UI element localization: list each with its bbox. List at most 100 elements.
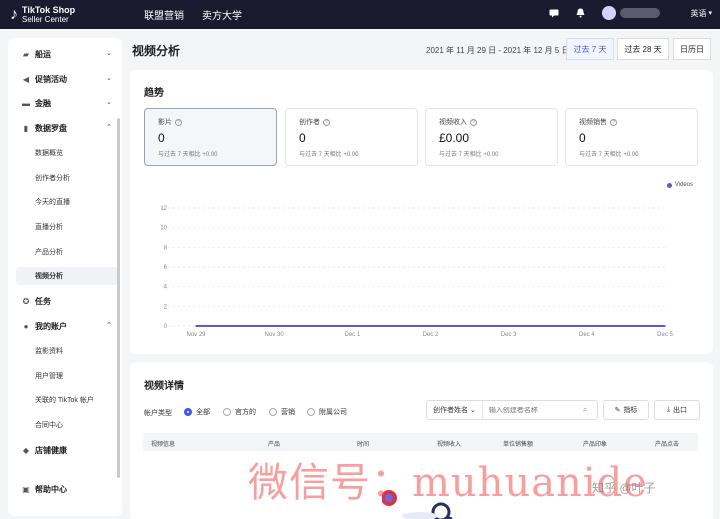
chevron-up-icon: ⌃ <box>106 124 112 131</box>
metric-compare: 与过去 7 天相比 +0.00 <box>579 152 639 158</box>
chart-legend[interactable]: Videos <box>666 182 693 188</box>
sidebar-item-finance[interactable]: ▬ 金融 ⌄ <box>22 98 112 109</box>
metric-label: 视频收入 <box>439 119 467 126</box>
data-point <box>195 325 197 327</box>
avatar[interactable] <box>602 6 617 20</box>
radio-icon <box>307 408 315 416</box>
help-icon[interactable]: ? <box>323 119 330 126</box>
data-point <box>351 325 354 327</box>
range-calendar-day[interactable]: 日历日 <box>673 38 711 60</box>
export-button[interactable]: ⤓ 出口 <box>654 400 700 420</box>
y-tick-label: 4 <box>164 285 168 291</box>
sidebar-item-label: 我的账户 <box>35 322 67 331</box>
sidebar-subitem-overview[interactable]: 数据概览 <box>35 148 63 158</box>
data-point <box>273 325 275 327</box>
sidebar-item-label: 店铺健康 <box>35 446 67 455</box>
tiktok-shop-logo[interactable]: ♪ TikTok Shop Seller Center <box>10 5 75 24</box>
help-icon[interactable]: ? <box>175 119 182 126</box>
search-icon[interactable]: ⌕ <box>583 405 587 415</box>
metric-compare: 与过去 7 天相比 +0.00 <box>299 152 359 158</box>
filter-marketing[interactable]: 营销 <box>269 407 295 417</box>
range-last-28-days[interactable]: 过去 28 天 <box>617 38 669 60</box>
filter-label: 全部 <box>196 409 210 416</box>
range-last-7-days[interactable]: 过去 7 天 <box>566 38 614 60</box>
sidebar-item-tasks[interactable]: ✪ 任务 <box>22 296 112 307</box>
col-time[interactable]: 时间 <box>357 439 369 448</box>
sidebar-subitem-contract-center[interactable]: 合同中心 <box>35 420 63 430</box>
creator-search: 创作者姓名 ⌄ ⌕ <box>426 400 598 420</box>
x-tick-label: Dec 4 <box>579 332 595 338</box>
trend-card: 趋势 影片? 0 与过去 7 天相比 +0.00 创作者? 0 与过去 7 天相… <box>130 70 713 354</box>
filter-affiliate[interactable]: 附属公司 <box>307 407 347 417</box>
sidebar-subitem-video-analysis[interactable]: 视频分析 <box>35 271 63 281</box>
bell-icon[interactable] <box>572 5 588 21</box>
medal-icon: ✪ <box>22 297 30 306</box>
sidebar-subitem-live-analysis[interactable]: 直播分析 <box>35 222 63 232</box>
metric-value: 0 <box>158 131 165 145</box>
watermark: 微信号：muhuanide <box>248 460 648 506</box>
metric-label: 影片 <box>158 119 172 126</box>
help-icon: ▣ <box>22 485 30 494</box>
x-tick-label: Dec 5 <box>657 332 673 338</box>
sidebar-item-label: 数据罗盘 <box>35 124 67 133</box>
radio-checked-icon <box>184 408 192 416</box>
sidebar-item-my-account[interactable]: ● 我的账户 ⌃ <box>22 321 112 332</box>
radio-icon <box>269 408 277 416</box>
metrics-button[interactable]: ✎ 指标 <box>603 400 649 420</box>
sidebar-item-label: 促销活动 <box>35 75 67 84</box>
message-icon[interactable] <box>546 5 562 21</box>
sidebar-subitem-profile[interactable]: 监影资料 <box>35 346 63 356</box>
sidebar-subitem-product-analysis[interactable]: 产品分析 <box>35 247 63 257</box>
col-product-impressions[interactable]: 产品印象 <box>583 439 607 448</box>
sidebar-subitem-linked-tiktok[interactable]: 关联的 TikTok 帐户 <box>35 395 94 405</box>
sidebar-subitem-creator-analysis[interactable]: 创作者分析 <box>35 173 70 183</box>
metric-value: £0.00 <box>439 131 470 145</box>
sidebar-subitem-live-today[interactable]: 今天的直播 <box>35 197 70 207</box>
metric-compare: 与过去 7 天相比 +0.00 <box>439 152 499 158</box>
sidebar-item-shop-health[interactable]: ◆ 店铺健康 <box>22 445 112 456</box>
help-icon[interactable]: ? <box>470 119 477 126</box>
x-tick-label: Dec 2 <box>423 332 439 338</box>
filter-label: 官方的 <box>235 409 256 416</box>
sidebar-scrollbar[interactable] <box>117 118 120 478</box>
sidebar-item-promotions[interactable]: ◀ 促销活动 ⌄ <box>22 74 112 85</box>
chart-icon: ▮ <box>23 124 29 133</box>
sidebar-item-help-center[interactable]: ▣ 帮助中心 <box>22 484 112 495</box>
x-tick-label: Nov 30 <box>265 332 285 338</box>
sidebar-item-label: 任务 <box>35 297 51 306</box>
filter-all[interactable]: 全部 <box>184 407 210 417</box>
user-icon: ● <box>23 322 29 331</box>
sidebar-item-data-compass[interactable]: ▮ 数据罗盘 ⌃ <box>22 123 112 134</box>
sidebar-item-shipping[interactable]: ▰ 船运 ⌄ <box>22 49 112 60</box>
nav-affiliate-marketing[interactable]: 联盟营销 <box>144 7 184 22</box>
sidebar-active-highlight <box>16 267 120 285</box>
filter-label: 附属公司 <box>319 409 347 416</box>
sidebar: ▰ 船运 ⌄ ◀ 促销活动 ⌄ ▬ 金融 ⌄ ▮ 数据罗盘 ⌃ 数据概览 创作者… <box>8 38 122 516</box>
x-tick-label: Nov 29 <box>186 332 206 338</box>
nav-seller-university[interactable]: 卖方大学 <box>202 7 242 22</box>
search-field-select[interactable]: 创作者姓名 ⌄ <box>427 401 483 419</box>
legend-swatch <box>666 182 672 188</box>
col-unit-sales[interactable]: 单位销售额 <box>503 439 533 448</box>
language-selector[interactable]: 英语 <box>690 8 706 19</box>
col-video-info[interactable]: 视频信息 <box>151 439 175 448</box>
help-icon[interactable]: ? <box>610 119 617 126</box>
y-tick-label: 10 <box>160 226 167 232</box>
metric-value: 0 <box>299 131 306 145</box>
col-product[interactable]: 产品 <box>268 439 280 448</box>
account-type-label: 帐户类型 <box>144 410 172 417</box>
metric-value: 0 <box>579 131 586 145</box>
metric-card-video-sales[interactable]: 视频销售? 0 与过去 7 天相比 +0.00 <box>565 108 698 166</box>
y-tick-label: 6 <box>164 265 168 271</box>
filter-official[interactable]: 官方的 <box>223 407 256 417</box>
metric-card-creators[interactable]: 创作者? 0 与过去 7 天相比 +0.00 <box>285 108 418 166</box>
sidebar-subitem-user-management[interactable]: 用户管理 <box>35 371 63 381</box>
col-video-revenue[interactable]: 视频收入 <box>437 439 461 448</box>
metric-compare: 与过去 7 天相比 +0.00 <box>158 152 218 158</box>
filter-label: 营销 <box>281 409 295 416</box>
metric-label: 视频销售 <box>579 119 607 126</box>
search-input[interactable] <box>488 406 579 414</box>
col-product-clicks[interactable]: 产品点击 <box>655 439 679 448</box>
metric-card-video-revenue[interactable]: 视频收入? £0.00 与过去 7 天相比 +0.00 <box>425 108 558 166</box>
metric-card-videos[interactable]: 影片? 0 与过去 7 天相比 +0.00 <box>144 108 277 166</box>
